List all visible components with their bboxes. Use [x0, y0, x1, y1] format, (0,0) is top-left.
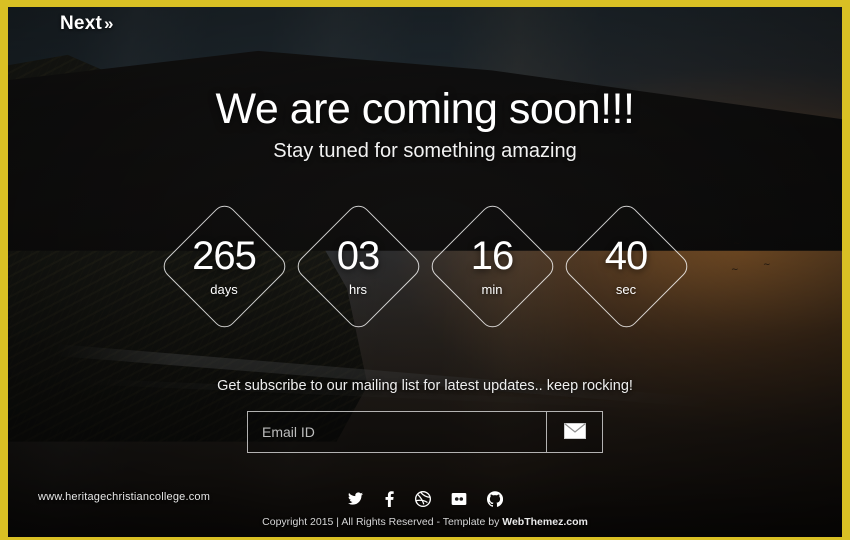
facebook-icon[interactable]: [384, 490, 395, 507]
page-subtitle: Stay tuned for something amazing: [273, 140, 577, 162]
double-chevron-right-icon: »: [103, 14, 114, 33]
copyright-brand: WebThemez.com: [502, 516, 588, 528]
twitter-icon[interactable]: [347, 491, 364, 506]
subscribe-prompt: Get subscribe to our mailing list for la…: [217, 378, 633, 394]
countdown-hours-value: 03: [336, 234, 380, 278]
subscribe-submit-button[interactable]: [546, 412, 602, 452]
page-title: We are coming soon!!!: [215, 85, 635, 133]
countdown-unit-days: 265 days: [158, 200, 290, 332]
countdown-days-value: 265: [192, 234, 257, 278]
page-frame: ∼ ∼ ∼ Next» We are coming soon!!! Stay t…: [0, 0, 850, 540]
countdown-minutes-value: 16: [470, 234, 514, 278]
envelope-icon: [563, 422, 586, 442]
page-content: Next» We are coming soon!!! Stay tuned f…: [8, 7, 842, 537]
countdown-unit-hours: 03 hrs: [292, 200, 424, 332]
github-icon[interactable]: [486, 490, 504, 507]
countdown-unit-seconds: 40 sec: [560, 200, 692, 332]
countdown-seconds-label: sec: [615, 282, 637, 297]
next-button[interactable]: Next»: [60, 13, 114, 35]
countdown-days-label: days: [210, 282, 238, 297]
countdown-timer: 265 days 03 hrs 16 min 40 sec: [8, 200, 842, 332]
flickr-icon[interactable]: [451, 491, 467, 507]
email-input[interactable]: [248, 412, 546, 452]
copyright-text: Copyright 2015 | All Rights Reserved - T…: [8, 516, 842, 528]
viewport: ∼ ∼ ∼ Next» We are coming soon!!! Stay t…: [8, 7, 842, 537]
subscribe-form: [247, 411, 603, 453]
next-label: Next: [60, 13, 102, 34]
countdown-hours-label: hrs: [348, 282, 368, 297]
copyright-prefix: Copyright 2015 | All Rights Reserved - T…: [262, 516, 503, 528]
countdown-seconds-value: 40: [604, 234, 648, 278]
countdown-unit-minutes: 16 min: [426, 200, 558, 332]
countdown-minutes-label: min: [481, 282, 503, 297]
social-links: [8, 490, 842, 507]
dribbble-icon[interactable]: [415, 490, 431, 507]
